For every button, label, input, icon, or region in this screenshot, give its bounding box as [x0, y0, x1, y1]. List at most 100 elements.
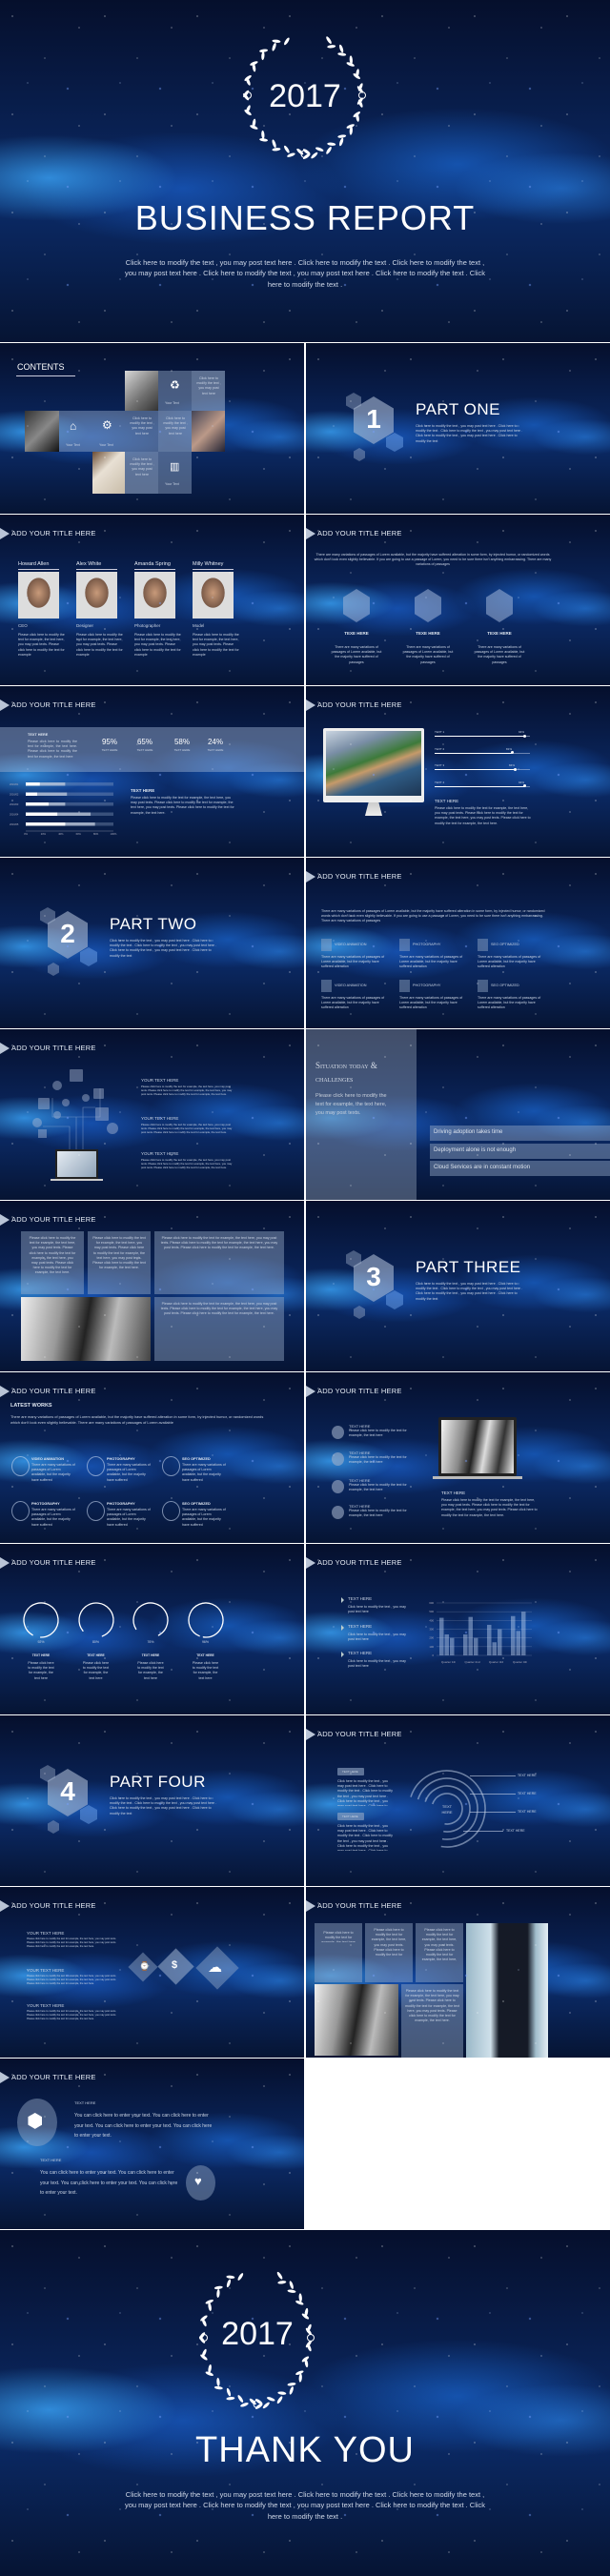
member-bio: Please click here to modify the text for… — [18, 633, 65, 657]
wreath-leaf — [276, 2396, 283, 2404]
gauge-value: 96% — [201, 1640, 209, 1644]
challenge-item: Driving adoption takes time — [430, 1126, 610, 1141]
stat-value: 65% — [136, 738, 152, 746]
feature-text: There are many variations of passages of… — [321, 955, 385, 969]
stats-body: Please click here to modify the text for… — [28, 740, 77, 759]
member-role: CEO — [18, 623, 28, 628]
member-photo — [18, 572, 59, 619]
tree-slide[interactable]: ADD YOUR TITLE HERE YOUR TEXT HERE Please… — [0, 1029, 304, 1200]
wreath-leaf — [302, 149, 311, 155]
rings-slide[interactable]: ADD YOUR TITLE HERE TEXT HERE Click here… — [306, 1715, 610, 1886]
ring-connector — [463, 1831, 503, 1832]
timeline-dot — [332, 1452, 344, 1466]
text-box: Please click here to modify the text for… — [154, 1231, 284, 1294]
wreath-leaf — [216, 2377, 220, 2386]
monitor-body: Please click here to modify the text for… — [435, 806, 531, 825]
monitor-slide[interactable]: ADD YOUR TITLE HERE TEXT 1 94% TEXT 2 81% TE… — [306, 686, 610, 857]
y-tick-label: 300 — [429, 1628, 434, 1632]
timeline-body: Please click here to modify the text for… — [441, 1498, 538, 1517]
axis-tick-label: 80% — [93, 832, 99, 836]
member-name: Alex White — [76, 561, 102, 567]
tile-text[interactable]: Click here to modify the text , you may … — [125, 452, 158, 494]
diamonds-slide[interactable]: ADD YOUR TITLE HERE YOUR TEXT HERE Please… — [0, 1887, 304, 2058]
slider-handle[interactable] — [513, 767, 517, 771]
gauge-label: TEXT HERE — [141, 1653, 160, 1657]
feature-text: There are many variations of passages of… — [331, 645, 382, 664]
part-three-slide[interactable]: 3 PART THREE Click here to modify the text… — [306, 1201, 610, 1371]
feature-icon-square — [478, 939, 488, 951]
feature-icon-square — [321, 980, 332, 992]
bar — [487, 1624, 492, 1655]
bar-category-label: 2016/01 — [10, 782, 19, 786]
contents-underline — [16, 375, 75, 376]
slider-handle[interactable] — [522, 734, 526, 738]
tile-label: Your Text — [66, 443, 80, 447]
laptop-base — [51, 1179, 103, 1181]
boxes-slide[interactable]: ADD YOUR TITLE HERE Please click here to… — [0, 1201, 304, 1371]
thank-you-slide[interactable]: 2017 THANK YOU Click here to modify the … — [0, 2230, 610, 2576]
slide-title: ADD YOUR TITLE HERE — [317, 700, 402, 709]
wreath-leaf — [284, 145, 290, 153]
contents-slide[interactable]: CONTENTS ♻ Your Text Click here to modify… — [0, 343, 304, 514]
hex-features-slide[interactable]: ADD YOUR TITLE HERE There are many varia… — [306, 515, 610, 685]
slider-percent: 84% — [509, 763, 516, 767]
intro-text: There are many variations of passages of… — [314, 553, 552, 567]
chart-slide[interactable]: ADD YOUR TITLE HERE TEXT HERE Click here … — [306, 1544, 610, 1714]
slider-handle[interactable] — [522, 784, 526, 787]
part-one-slide[interactable]: 1 PART ONE Click here to modify the text ,… — [306, 343, 610, 514]
list-text: Click here to modify the text , you may … — [348, 1659, 406, 1669]
block-heading: YOUR TEXT HERE — [27, 1931, 65, 1936]
wreath-leaf — [327, 45, 336, 49]
tile-text[interactable]: Click here to modify the text , you may … — [192, 371, 225, 411]
gauges-slide[interactable]: ADD YOUR TITLE HERE 92% TEXT HERE Please c… — [0, 1544, 304, 1714]
list-heading: TEXT HERE — [348, 1624, 373, 1629]
wreath-leaf — [337, 52, 347, 56]
member-photo — [193, 572, 234, 619]
feature-icon-square — [399, 939, 410, 951]
tile-home[interactable]: ⌂ Your Text — [59, 411, 92, 452]
gauge-label: TEXT HERE — [31, 1653, 51, 1657]
wreath-leaf — [237, 2273, 244, 2281]
name-underline — [76, 569, 117, 570]
cover-slide[interactable]: 2017 BUSINESS REPORT Click here to modif… — [0, 0, 610, 342]
title-arrow-icon — [0, 1557, 10, 1569]
feature-text: There are many variations of passages of… — [474, 645, 525, 664]
part-four-slide[interactable]: 4 PART FOUR Click here to modify the text … — [0, 1715, 304, 1886]
features-slide[interactable]: ADD YOUR TITLE HERE There are many varia… — [306, 858, 610, 1028]
part-two-slide[interactable]: 2 PART TWO Click here to modify the text ,… — [0, 858, 304, 1028]
tile-text[interactable]: Click here to modify the text , you may … — [125, 411, 158, 452]
block-heading: YOUR TEXT HERE — [27, 1968, 65, 1973]
challenge-item: Cloud Services are in constant motion — [430, 1161, 610, 1176]
team-slide[interactable]: ADD YOUR TITLE HERE Howard Allen CEO Pleas… — [0, 515, 304, 685]
wreath-leaf — [267, 2397, 275, 2402]
wreath-leaf — [289, 2281, 294, 2289]
part-number: 2 — [60, 919, 75, 948]
tile-chart[interactable]: ▥ Your Text — [158, 452, 192, 494]
wreath-leaf — [339, 44, 344, 53]
member-photo — [76, 572, 117, 619]
ring-connector — [470, 1812, 516, 1813]
timeline-slide[interactable]: ADD YOUR TITLE HERE TEXT HERE Please clic… — [306, 1372, 610, 1543]
slider-label: TEXT 3 — [435, 763, 445, 767]
tile-recycle[interactable]: ♻ Your Text — [158, 371, 192, 411]
wreath-leaf — [226, 2397, 235, 2401]
gauge-arc — [77, 1602, 114, 1638]
y-tick-label: 500 — [429, 1610, 434, 1613]
situation-slide[interactable]: Situation today & challenges Please clic… — [306, 1029, 610, 1200]
text-box: Please click here to modify the text for… — [401, 1984, 463, 2058]
gauge-label: TEXT HERE — [196, 1653, 214, 1657]
laptop-base — [433, 1476, 522, 1479]
feature-label: VIDEO ANIMATION — [335, 984, 367, 987]
stats-slide[interactable]: ADD YOUR TITLE HERE TEXT HERE Please cli… — [0, 686, 304, 857]
latest-works-slide[interactable]: ADD YOUR TITLE HERE LATEST WORKS There a… — [0, 1372, 304, 1543]
feature-label: PHOTOGRAPHY — [413, 943, 441, 946]
tile-gears[interactable]: ⚙ Your Text — [92, 411, 125, 452]
text-heading: TEXT HERE — [74, 2100, 96, 2105]
slider-handle[interactable] — [510, 751, 514, 754]
title-arrow-icon — [306, 871, 315, 882]
gallery-slide[interactable]: ADD YOUR TITLE HERE Please click here to… — [306, 1887, 610, 2058]
tile-text[interactable]: Click here to modify the text , you may … — [158, 411, 192, 452]
work-label: PHOTOGRAPHY — [31, 1502, 60, 1506]
title-arrow-icon — [306, 1386, 315, 1397]
icons-slide[interactable]: ADD YOUR TITLE HERE ⬢ TEXT HERE You can … — [0, 2059, 304, 2229]
